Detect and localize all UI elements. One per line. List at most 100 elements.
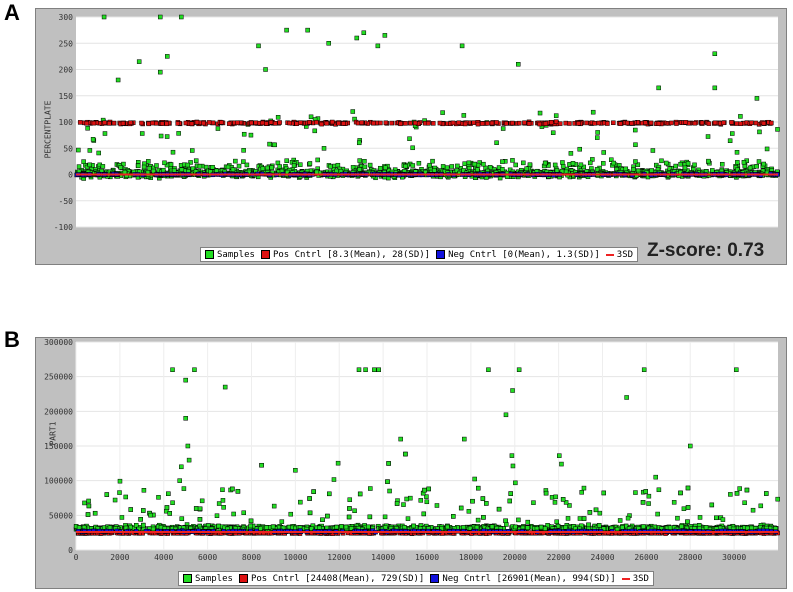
pos-control-point	[319, 121, 324, 127]
sample-point	[96, 150, 101, 156]
sample-point	[288, 511, 294, 517]
pos-control-point	[584, 120, 589, 126]
sample-point	[500, 159, 505, 164]
sample-point	[595, 130, 600, 135]
sample-point	[118, 165, 123, 170]
sample-point	[347, 497, 353, 502]
sample-point	[462, 161, 467, 166]
sample-point	[682, 165, 688, 171]
legend-item: Pos Cntrl [8.3(Mean), 28(SD)]	[260, 250, 430, 260]
outlier-point	[165, 54, 170, 59]
sample-point	[291, 163, 297, 168]
pos-control-point	[235, 120, 240, 125]
legend-label: Samples	[195, 573, 233, 584]
sample-point	[500, 126, 506, 131]
pos-control-point	[84, 120, 90, 126]
sample-point	[458, 505, 464, 511]
outlier-point	[183, 377, 188, 383]
pos-control-point	[648, 120, 654, 126]
pos-control-point	[324, 121, 330, 126]
sample-point	[335, 162, 341, 168]
sample-point	[154, 163, 159, 168]
sample-point	[272, 142, 277, 148]
pos-control-point	[526, 121, 532, 126]
pos-control-point	[263, 121, 269, 126]
sample-point	[367, 514, 373, 520]
sample-point	[559, 461, 564, 467]
sample-point	[176, 131, 181, 136]
pos-control-point	[656, 121, 662, 126]
sample-point	[265, 165, 270, 171]
x-tick-label: 28000	[678, 553, 702, 562]
sample-point	[168, 162, 174, 167]
sample-point	[509, 453, 515, 458]
chart-a-plot: -100-50050100150200250300	[54, 13, 780, 232]
sample-point	[579, 490, 584, 495]
sample-point	[158, 525, 164, 530]
sample-point	[557, 453, 562, 458]
sample-point	[87, 148, 93, 153]
sample-point	[750, 507, 756, 513]
pos-control-point	[341, 121, 346, 126]
pos-control-point	[253, 120, 259, 126]
sample-point	[586, 522, 591, 528]
pos-control-point	[749, 120, 754, 125]
sample-point	[230, 486, 235, 492]
pos-control-point	[522, 120, 527, 125]
sample-point	[714, 515, 719, 521]
sample-point	[334, 524, 339, 530]
pos-control-point	[194, 119, 200, 125]
sample-point	[527, 162, 533, 167]
sample-point	[244, 162, 250, 168]
sample-point	[170, 149, 176, 155]
sample-point	[315, 157, 320, 163]
sample-point	[775, 496, 780, 502]
x-tick-label: 20000	[503, 553, 527, 562]
sample-point	[86, 503, 92, 509]
sample-point	[742, 500, 747, 505]
outlier-point	[372, 367, 377, 372]
sample-point	[307, 510, 313, 516]
pos-control-point	[412, 120, 418, 126]
pos-control-point	[567, 121, 572, 126]
sample-point	[133, 523, 139, 528]
sample-point	[697, 515, 703, 520]
outlier-point	[179, 464, 184, 470]
outlier-point	[688, 443, 693, 449]
legend-swatch	[621, 577, 630, 580]
sample-point	[112, 497, 118, 503]
y-tick-label: 50	[63, 144, 73, 153]
y-tick-label: 100	[59, 118, 74, 127]
pos-control-point	[503, 121, 509, 126]
outlier-point	[185, 443, 191, 449]
sample-point	[267, 141, 272, 147]
pos-control-point	[769, 120, 774, 126]
sample-point	[552, 500, 558, 505]
chart-a-frame: -100 -50 0 50 100 150 200 250 300 PERCENTPLATE S…	[35, 8, 787, 265]
sample-point	[500, 167, 505, 172]
sample-point	[431, 168, 437, 173]
sample-point	[216, 523, 221, 529]
pos-control-point	[489, 120, 495, 126]
outlier-point	[136, 59, 142, 64]
y-tick-label: 250000	[44, 373, 73, 382]
sample-point	[382, 514, 388, 520]
x-tick-label: 18000	[459, 553, 483, 562]
sample-point	[577, 516, 583, 521]
pos-control-point	[226, 121, 232, 126]
sample-point	[259, 462, 264, 468]
sample-point	[663, 160, 669, 166]
pos-control-point	[153, 121, 159, 126]
pos-control-point	[359, 120, 365, 125]
legend-item: 3SD	[605, 250, 633, 260]
sample-point	[220, 487, 225, 493]
sample-point	[76, 147, 81, 153]
sample-point	[221, 505, 226, 510]
legend-item: Samples	[183, 574, 233, 584]
pos-control-point	[576, 121, 581, 126]
pos-control-point	[471, 120, 476, 125]
sample-point	[685, 505, 691, 510]
sample-point	[367, 162, 373, 168]
sample-point	[386, 461, 391, 466]
sample-point	[85, 512, 91, 517]
